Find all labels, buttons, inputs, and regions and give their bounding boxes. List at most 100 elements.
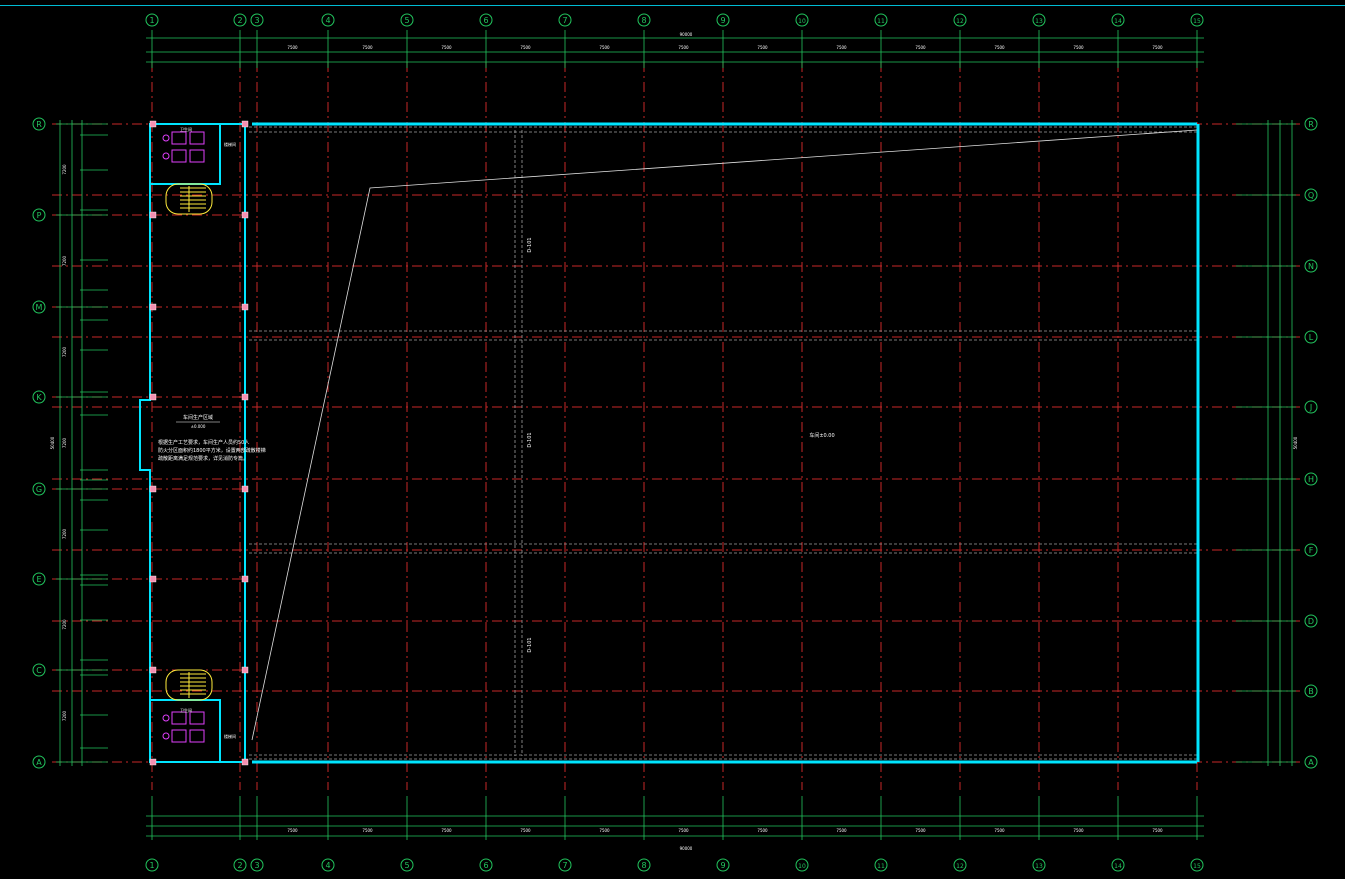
column-axis-top: 8 <box>637 13 651 27</box>
axis-bubble-label: R <box>1308 120 1314 129</box>
column-marker <box>241 211 249 219</box>
axis-bubble-label: 12 <box>956 18 964 25</box>
row-axis-right: N <box>1304 259 1318 273</box>
note-sub: ±0.000 <box>191 424 206 429</box>
left-span-dim: 7200 <box>62 255 67 266</box>
row-axis-left: K <box>32 390 46 404</box>
axis-bubble-label: 6 <box>483 16 488 25</box>
column-axis-bottom: 13 <box>1032 858 1046 872</box>
column-axis-bottom: 12 <box>953 858 967 872</box>
room-label: 卫生间 <box>180 707 192 713</box>
axis-bubble-label: 9 <box>720 861 725 870</box>
axis-bubble-label: D <box>1308 617 1314 626</box>
axis-bubble-label: 12 <box>956 863 964 870</box>
column-axis-top: 15 <box>1190 13 1204 27</box>
axis-bubble-label: M <box>36 303 43 312</box>
bottom-span-dim: 7500 <box>362 828 373 833</box>
axis-bubble-label: J <box>1309 403 1312 412</box>
column-marker <box>241 758 249 766</box>
bottom-span-dim: 7500 <box>757 828 768 833</box>
axis-bubble-label: P <box>37 211 42 220</box>
axis-bubble-label: B <box>1308 687 1314 696</box>
axis-bubble-label: C <box>36 666 42 675</box>
beam-label: D-101 <box>527 432 533 447</box>
top-span-dim: 7500 <box>287 45 298 50</box>
toilet-stall <box>171 131 187 145</box>
axis-bubble-label: 13 <box>1035 18 1043 25</box>
column-axis-top: 10 <box>795 13 809 27</box>
top-span-dim: 7500 <box>678 45 689 50</box>
axis-bubble-label: K <box>36 393 42 402</box>
axis-bubble-label: 1 <box>149 861 154 870</box>
bottom-span-dim: 7500 <box>441 828 452 833</box>
column-axis-top: 6 <box>479 13 493 27</box>
stair-bottom <box>165 669 213 701</box>
toilet-stall <box>171 149 187 163</box>
bottom-span-dim: 7500 <box>520 828 531 833</box>
row-axis-right: J <box>1304 400 1318 414</box>
axis-bubble-label: 14 <box>1114 863 1122 870</box>
room-label: 卫生间 <box>180 126 192 132</box>
column-axis-top: 3 <box>250 13 264 27</box>
axis-bubble-label: 14 <box>1114 18 1122 25</box>
column-marker <box>149 303 157 311</box>
note-line: 疏散距离满足规范要求，详见消防专篇。 <box>158 455 248 462</box>
column-axis-top: 2 <box>233 13 247 27</box>
column-axis-bottom: 8 <box>637 858 651 872</box>
axis-bubble-label: 15 <box>1193 863 1201 870</box>
wall-left-service <box>139 124 151 762</box>
axis-bubble-label: 8 <box>641 16 646 25</box>
column-axis-top: 4 <box>321 13 335 27</box>
column-axis-bottom: 6 <box>479 858 493 872</box>
axis-bubble-label: 5 <box>404 861 409 870</box>
column-axis-bottom: 1 <box>145 858 159 872</box>
column-axis-bottom: 5 <box>400 858 414 872</box>
top-span-dim: 7500 <box>994 45 1005 50</box>
axis-bubble-label: N <box>1308 262 1314 271</box>
column-marker <box>149 485 157 493</box>
row-axis-left: G <box>32 482 46 496</box>
column-axis-top: 13 <box>1032 13 1046 27</box>
stair-top <box>165 183 213 215</box>
axis-bubble-label: 1 <box>149 16 154 25</box>
row-axis-left: E <box>32 572 46 586</box>
toilet-stall <box>189 149 205 163</box>
axis-bubble-label: 3 <box>254 861 259 870</box>
left-span-dim: 7200 <box>62 528 67 539</box>
axis-bubble-label: G <box>36 485 42 494</box>
left-span-dim: 7200 <box>62 710 67 721</box>
column-marker <box>149 666 157 674</box>
wash-basin <box>162 732 170 740</box>
top-span-dim: 7500 <box>441 45 452 50</box>
toilet-stall <box>189 711 205 725</box>
column-marker <box>241 575 249 583</box>
column-marker <box>241 303 249 311</box>
column-marker <box>149 758 157 766</box>
fixtures-top <box>162 131 205 163</box>
axis-bubble-label: 11 <box>877 18 885 25</box>
wash-basin <box>162 152 170 160</box>
left-span-dim: 7200 <box>62 346 67 357</box>
note-line: 根据生产工艺要求，车间生产人员约50人 <box>158 439 249 446</box>
bottom-span-dim: 7500 <box>1152 828 1163 833</box>
axis-bubble-label: H <box>1308 475 1314 484</box>
row-axis-right: L <box>1304 330 1318 344</box>
room-label: 楼梯间 <box>224 141 236 147</box>
note-line: 防火分区面积约1800平方米，设置两部疏散楼梯 <box>158 447 266 454</box>
axis-bubble-label: A <box>1308 758 1314 767</box>
center-area-label: 车间±0.00 <box>809 432 834 439</box>
bottom-span-dim: 7500 <box>678 828 689 833</box>
left-span-dim: 7200 <box>62 619 67 630</box>
column-axis-bottom: 4 <box>321 858 335 872</box>
bottom-span-dim: 7500 <box>1073 828 1084 833</box>
column-axis-bottom: 11 <box>874 858 888 872</box>
axis-bubble-label: R <box>36 120 42 129</box>
toilet-stall <box>189 729 205 743</box>
column-marker <box>241 666 249 674</box>
reference-line <box>251 129 1198 741</box>
column-axis-bottom: 15 <box>1190 858 1204 872</box>
column-axis-top: 5 <box>400 13 414 27</box>
axis-bubble-label: 2 <box>237 16 242 25</box>
row-axis-right: F <box>1304 543 1318 557</box>
wash-basin <box>162 714 170 722</box>
